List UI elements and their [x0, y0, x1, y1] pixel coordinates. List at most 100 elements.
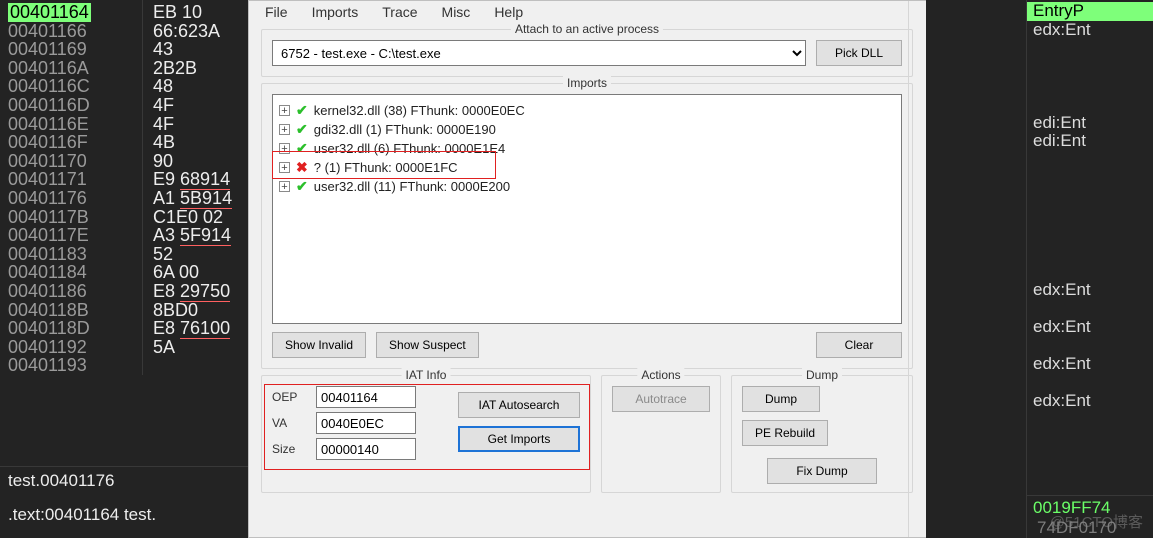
bytes-row: 43	[153, 39, 173, 59]
va-input[interactable]	[316, 412, 416, 434]
menu-trace[interactable]: Trace	[372, 1, 427, 23]
bytes-row: 2B2B	[153, 58, 197, 78]
process-dropdown[interactable]: 6752 - test.exe - C:\test.exe	[272, 40, 806, 66]
address-column: 00401164 00401166 00401169 0040116A 0040…	[0, 0, 143, 375]
autotrace-button: Autotrace	[612, 386, 710, 412]
tree-node[interactable]: + ✖ ? (1) FThunk: 0000E1FC	[277, 158, 897, 177]
registers-column: EntryP edx:Ent edi:Ent edi:Ent edx:Ent e…	[1026, 0, 1153, 538]
address-row[interactable]: 00401184	[8, 262, 87, 282]
address-row[interactable]: 00401169	[8, 39, 87, 59]
expand-icon[interactable]: +	[279, 181, 290, 192]
disasm-info-panel: test.00401176 .text:00401164 test.	[0, 466, 250, 538]
actions-group: Actions Autotrace	[601, 375, 721, 493]
tree-label: user32.dll (11) FThunk: 0000E200	[314, 178, 510, 195]
address-row[interactable]: 00401176	[8, 188, 87, 208]
expand-icon[interactable]: +	[279, 143, 290, 154]
tree-node[interactable]: + ✔ gdi32.dll (1) FThunk: 0000E190	[277, 120, 897, 139]
address-row[interactable]: 00401186	[8, 281, 87, 301]
address-row[interactable]: 0040118B	[8, 300, 89, 320]
bytes-row: C1E0 02	[153, 207, 223, 227]
actions-legend: Actions	[637, 368, 684, 382]
address-row[interactable]: 0040117E	[8, 225, 89, 245]
bytes-row: 66:623A	[153, 21, 220, 41]
tree-node[interactable]: + ✔ user32.dll (11) FThunk: 0000E200	[277, 177, 897, 196]
tree-label: gdi32.dll (1) FThunk: 0000E190	[314, 121, 496, 138]
size-input[interactable]	[316, 438, 416, 460]
clear-button[interactable]: Clear	[816, 332, 902, 358]
iat-info-group: IAT Info OEP VA Size IAT Autosearch Get …	[261, 375, 591, 493]
bytes-row: 4B	[153, 132, 175, 152]
imports-tree[interactable]: + ✔ kernel32.dll (38) FThunk: 0000E0EC +…	[272, 94, 902, 324]
address-row[interactable]: 00401164	[8, 3, 91, 22]
bytes-row: 5A	[153, 337, 175, 357]
address-row[interactable]: 0040116A	[8, 58, 89, 78]
menu-misc[interactable]: Misc	[432, 1, 481, 23]
get-imports-button[interactable]: Get Imports	[458, 426, 580, 452]
address-row[interactable]: 0040117B	[8, 207, 89, 227]
show-invalid-button[interactable]: Show Invalid	[272, 332, 366, 358]
scylla-dialog: File Imports Trace Misc Help Attach to a…	[248, 0, 926, 538]
address-row[interactable]: 00401166	[8, 21, 87, 41]
reg-row: edi:Ent	[1027, 114, 1153, 133]
size-label: Size	[272, 442, 310, 456]
check-icon: ✔	[296, 102, 308, 119]
reg-row[interactable]: EntryP	[1027, 2, 1153, 21]
oep-label: OEP	[272, 390, 310, 404]
bytes-row: EB 10	[153, 2, 202, 22]
reg-row: edx:Ent	[1027, 21, 1153, 40]
address-row[interactable]: 00401192	[8, 337, 87, 357]
iat-legend: IAT Info	[402, 368, 451, 382]
info-line-1: test.00401176	[8, 471, 242, 491]
address-row[interactable]: 00401183	[8, 244, 87, 264]
expand-icon[interactable]: +	[279, 105, 290, 116]
bytes-row: 4F	[153, 95, 174, 115]
reg-row: edx:Ent	[1027, 318, 1153, 337]
address-row[interactable]: 0040116D	[8, 95, 90, 115]
dump-button[interactable]: Dump	[742, 386, 820, 412]
oep-input[interactable]	[316, 386, 416, 408]
imports-legend: Imports	[563, 76, 611, 90]
pe-rebuild-button[interactable]: PE Rebuild	[742, 420, 828, 446]
info-line-2: .text:00401164 test.	[8, 505, 242, 525]
address-row[interactable]: 0040116E	[8, 114, 89, 134]
check-icon: ✔	[296, 178, 308, 195]
address-row[interactable]: 00401171	[8, 169, 87, 189]
address-row[interactable]: 0040116C	[8, 76, 90, 96]
iat-autosearch-button[interactable]: IAT Autosearch	[458, 392, 580, 418]
check-icon: ✔	[296, 140, 308, 157]
tree-label: kernel32.dll (38) FThunk: 0000E0EC	[314, 102, 525, 119]
expand-icon[interactable]: +	[279, 124, 290, 135]
address-row[interactable]: 00401170	[8, 151, 87, 171]
bytes-row: 48	[153, 76, 173, 96]
attach-legend: Attach to an active process	[511, 22, 663, 36]
tree-label: user32.dll (6) FThunk: 0000E1E4	[314, 140, 506, 157]
address-row[interactable]: 00401193	[8, 355, 87, 375]
address-row[interactable]: 0040116F	[8, 132, 88, 152]
pick-dll-button[interactable]: Pick DLL	[816, 40, 902, 66]
bytes-column: EB 10 66:623A 43 2B2B 48 4F 4F 4B 90 E9 …	[143, 0, 253, 356]
cross-icon: ✖	[296, 159, 308, 176]
reg-row: edx:Ent	[1027, 281, 1153, 300]
menu-help[interactable]: Help	[484, 1, 533, 23]
fix-dump-button[interactable]: Fix Dump	[767, 458, 877, 484]
address-row[interactable]: 0040118D	[8, 318, 90, 338]
check-icon: ✔	[296, 121, 308, 138]
menu-imports[interactable]: Imports	[302, 1, 369, 23]
dump-group: Dump Dump PE Rebuild Fix Dump	[731, 375, 913, 493]
dump-legend: Dump	[802, 368, 842, 382]
imports-group: Imports + ✔ kernel32.dll (38) FThunk: 00…	[261, 83, 913, 369]
va-label: VA	[272, 416, 310, 430]
show-suspect-button[interactable]: Show Suspect	[376, 332, 479, 358]
menubar: File Imports Trace Misc Help	[249, 1, 925, 23]
attach-group: Attach to an active process 6752 - test.…	[261, 29, 913, 77]
watermark: @51CTO博客	[1050, 511, 1143, 532]
bytes-row: 6A 00	[153, 262, 199, 282]
reg-row: edx:Ent	[1027, 392, 1153, 411]
bytes-row: 4F	[153, 114, 174, 134]
bytes-row: 52	[153, 244, 173, 264]
tree-node[interactable]: + ✔ kernel32.dll (38) FThunk: 0000E0EC	[277, 101, 897, 120]
expand-icon[interactable]: +	[279, 162, 290, 173]
tree-node[interactable]: + ✔ user32.dll (6) FThunk: 0000E1E4	[277, 139, 897, 158]
menu-file[interactable]: File	[255, 1, 298, 23]
tree-label: ? (1) FThunk: 0000E1FC	[314, 159, 458, 176]
